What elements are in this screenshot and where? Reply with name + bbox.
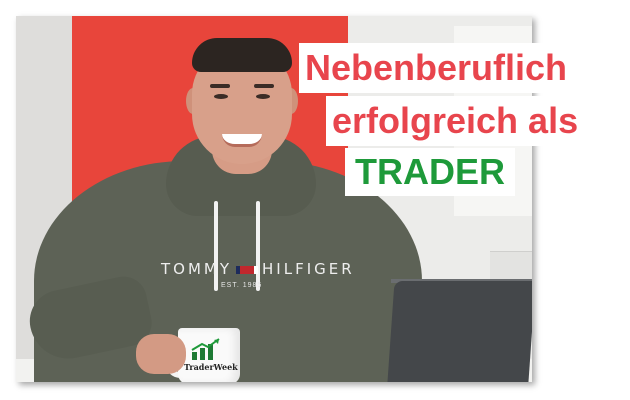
headline-line-3: TRADER (345, 148, 515, 196)
hoodie-brand-left: TOMMY (161, 260, 233, 278)
hair (192, 38, 292, 72)
headline-line-1: Nebenberuflich (299, 43, 574, 93)
flag-icon (236, 265, 259, 274)
laptop (387, 281, 532, 382)
hoodie-brand-right: HILFIGER (262, 260, 355, 278)
eyebrow-right (254, 84, 274, 88)
headline-line-2: erfolgreich als (326, 96, 585, 146)
eye-right (256, 94, 270, 99)
radiator (490, 251, 532, 282)
eye-left (214, 94, 228, 99)
hoodie-logo: TOMMY HILFIGER (161, 260, 355, 278)
hand (136, 334, 186, 374)
chart-up-icon (191, 338, 220, 360)
eyebrow-left (210, 84, 230, 88)
mug-label: TraderWeek (184, 362, 238, 372)
hoodie-est: EST. 1985 (221, 282, 263, 289)
